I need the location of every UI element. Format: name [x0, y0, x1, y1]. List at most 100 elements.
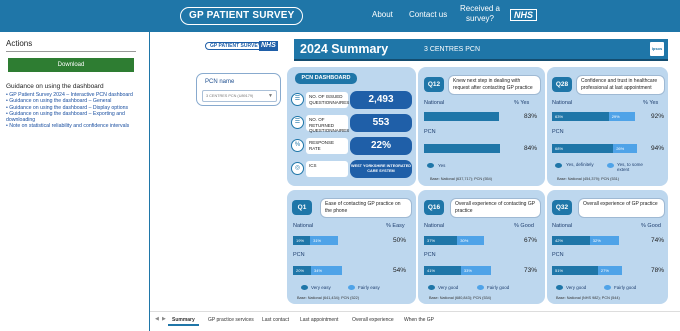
- tab-next-icon[interactable]: ▶: [162, 316, 166, 322]
- metric-label: RESPONSE RATE: [306, 138, 348, 154]
- guidance-link-label[interactable]: Guidance on using the dashboard – Export…: [6, 111, 125, 123]
- download-button[interactable]: Download: [8, 58, 134, 72]
- q16-pcn-label: PCN: [424, 252, 436, 258]
- q32-pcn-label: PCN: [552, 252, 564, 258]
- guidance-link[interactable]: • Guidance on using the dashboard – Expo…: [6, 111, 146, 124]
- metric-issued: ☰ NO. OF ISSUED QUESTIONNAIRES 2,493: [291, 90, 412, 110]
- legend-dot: [427, 163, 434, 168]
- guidance-link[interactable]: • Note on statistical reliability and co…: [6, 123, 146, 129]
- tab-summary[interactable]: Summary: [168, 315, 199, 326]
- tab-last-appointment[interactable]: Last appointment: [296, 315, 342, 326]
- q1-national-seg-fairly: 31%: [310, 236, 338, 245]
- chevron-down-icon: ▼: [268, 93, 273, 99]
- q16-legend-a: Very good: [438, 285, 459, 290]
- q1-legend-b: Fairly easy: [358, 285, 380, 290]
- q28-national-seg-extent: 29%: [608, 112, 635, 121]
- q16-question: Overall experience of contacting GP prac…: [450, 198, 541, 218]
- q16-col-label: % Good: [514, 223, 534, 229]
- q32-national-seg-fairly: 32%: [589, 236, 619, 245]
- metric-response-rate: % RESPONSE RATE 22%: [291, 136, 412, 156]
- metric-ics: ◎ ICS WEST YORKSHIRE INTEGRATED CARE SYS…: [291, 159, 412, 179]
- q32-col-label: % Good: [641, 223, 661, 229]
- q12-pcn-label: PCN: [424, 129, 436, 135]
- legend-dot: [477, 285, 484, 290]
- q32-question: Overall experience of GP practice: [578, 198, 665, 218]
- q16-badge: Q16: [424, 200, 444, 215]
- q16-pcn-pct: 73%: [523, 267, 537, 274]
- q16-pcn-seg-very: 41%: [424, 266, 461, 275]
- guidance-link-label[interactable]: GP Patient Survey 2024 – Interactive PCN…: [9, 92, 133, 98]
- tab-last-contact[interactable]: Last contact: [258, 315, 293, 326]
- tab-overall-experience[interactable]: Overall experience: [348, 315, 398, 326]
- q32-pcn-pct: 78%: [650, 267, 664, 274]
- q1-base: Base: National (641,434); PCN (522): [297, 296, 360, 300]
- survey-icon: ☰: [291, 93, 304, 106]
- metric-value: 2,493: [350, 91, 412, 109]
- pcn-filter-card: PCN name 3 CENTRES PCN (U89179) ▼: [196, 73, 281, 106]
- q16-national-seg-fairly: 30%: [457, 236, 485, 245]
- nav-contact[interactable]: Contact us: [409, 10, 447, 19]
- q1-question: Ease of contacting GP practice on the ph…: [320, 198, 412, 218]
- q1-national-pct: 50%: [392, 237, 406, 244]
- banner-subtitle: 3 CENTRES PCN: [424, 46, 481, 53]
- q32-badge: Q32: [552, 200, 572, 215]
- q12-legend: Yes: [438, 163, 446, 168]
- legend-dot: [428, 285, 435, 290]
- q1-col-label: % Easy: [386, 223, 405, 229]
- q1-badge: Q1: [292, 200, 312, 215]
- guidance-links: • GP Patient Survey 2024 – Interactive P…: [6, 92, 146, 130]
- metric-value: 22%: [350, 137, 412, 155]
- q28-legend-b: Yes, to some extent: [617, 162, 643, 172]
- tab-prev-icon[interactable]: ◀: [155, 316, 159, 322]
- q32-pcn-seg-very: 51%: [552, 266, 598, 275]
- legend-dot: [556, 285, 563, 290]
- q12-national-label: National: [424, 100, 445, 106]
- q16-national-seg-very: 37%: [424, 236, 458, 245]
- q32-pcn-seg-fairly: 27%: [597, 266, 623, 275]
- q32-national-label: National: [552, 223, 573, 229]
- nhs-logo-small: NHS: [259, 41, 278, 51]
- q28-pcn-label: PCN: [552, 129, 564, 135]
- summary-banner: 2024 Summary 3 CENTRES PCN Ipsos: [294, 39, 668, 61]
- q12-badge: Q12: [424, 77, 444, 92]
- q12-base: Base: National (637,717); PCN (554): [430, 177, 493, 181]
- legend-dot: [604, 285, 611, 290]
- q1-pcn-label: PCN: [293, 252, 305, 258]
- actions-title: Actions: [6, 39, 33, 48]
- q1-national-label: National: [293, 223, 314, 229]
- divider: [6, 51, 136, 52]
- guidance-link-label[interactable]: Guidance on using the dashboard – Genera…: [9, 98, 111, 104]
- q32-base: Base: National (NHS 982); PCN (544): [556, 296, 620, 300]
- nav-about[interactable]: About: [372, 10, 393, 19]
- q28-pcn-pct: 94%: [650, 145, 664, 152]
- brand-logo[interactable]: GP PATIENT SURVEY: [180, 7, 304, 25]
- q16-national-pct: 67%: [523, 237, 537, 244]
- q12-pcn-bar: [424, 144, 500, 153]
- nav-received-survey[interactable]: Received a survey?: [459, 4, 501, 24]
- q28-pcn-seg-extent: 26%: [613, 144, 637, 153]
- q1-pcn-seg-very: 20%: [293, 266, 311, 275]
- q12-pcn-pct: 84%: [523, 145, 537, 152]
- legend-dot: [348, 285, 355, 290]
- q1-legend-a: Very easy: [311, 285, 331, 290]
- tab-gp-practice-services[interactable]: GP practice services: [204, 315, 258, 326]
- sidebar: Actions Download Guidance on using the d…: [0, 32, 150, 331]
- q12-question: Knew next step in dealing with request a…: [448, 75, 541, 95]
- q28-badge: Q28: [552, 77, 572, 92]
- q32-legend-b: Fairly good: [614, 285, 637, 290]
- q16-legend-b: Fairly good: [487, 285, 510, 290]
- pcn-filter-label: PCN name: [205, 79, 235, 85]
- metric-value: 553: [350, 114, 412, 132]
- guidance-link-label[interactable]: Note on statistical reliability and conf…: [9, 123, 129, 129]
- guidance-link-label[interactable]: Guidance on using the dashboard – Displa…: [9, 105, 128, 111]
- top-bar: GP PATIENT SURVEY About Contact us Recei…: [0, 0, 680, 32]
- percent-icon: %: [291, 139, 304, 152]
- q28-col-label: % Yes: [643, 100, 659, 106]
- q16-national-label: National: [424, 223, 445, 229]
- gp-survey-logo: GP PATIENT SURVEY: [205, 42, 267, 50]
- q28-pcn-seg-definitely: 68%: [552, 144, 614, 153]
- tab-when-the-gp[interactable]: When the GP: [400, 315, 438, 326]
- q16-pcn-seg-fairly: 33%: [460, 266, 491, 275]
- guidance-title: Guidance on using the dashboard: [6, 83, 104, 90]
- pcn-select[interactable]: 3 CENTRES PCN (U89179) ▼: [202, 90, 277, 102]
